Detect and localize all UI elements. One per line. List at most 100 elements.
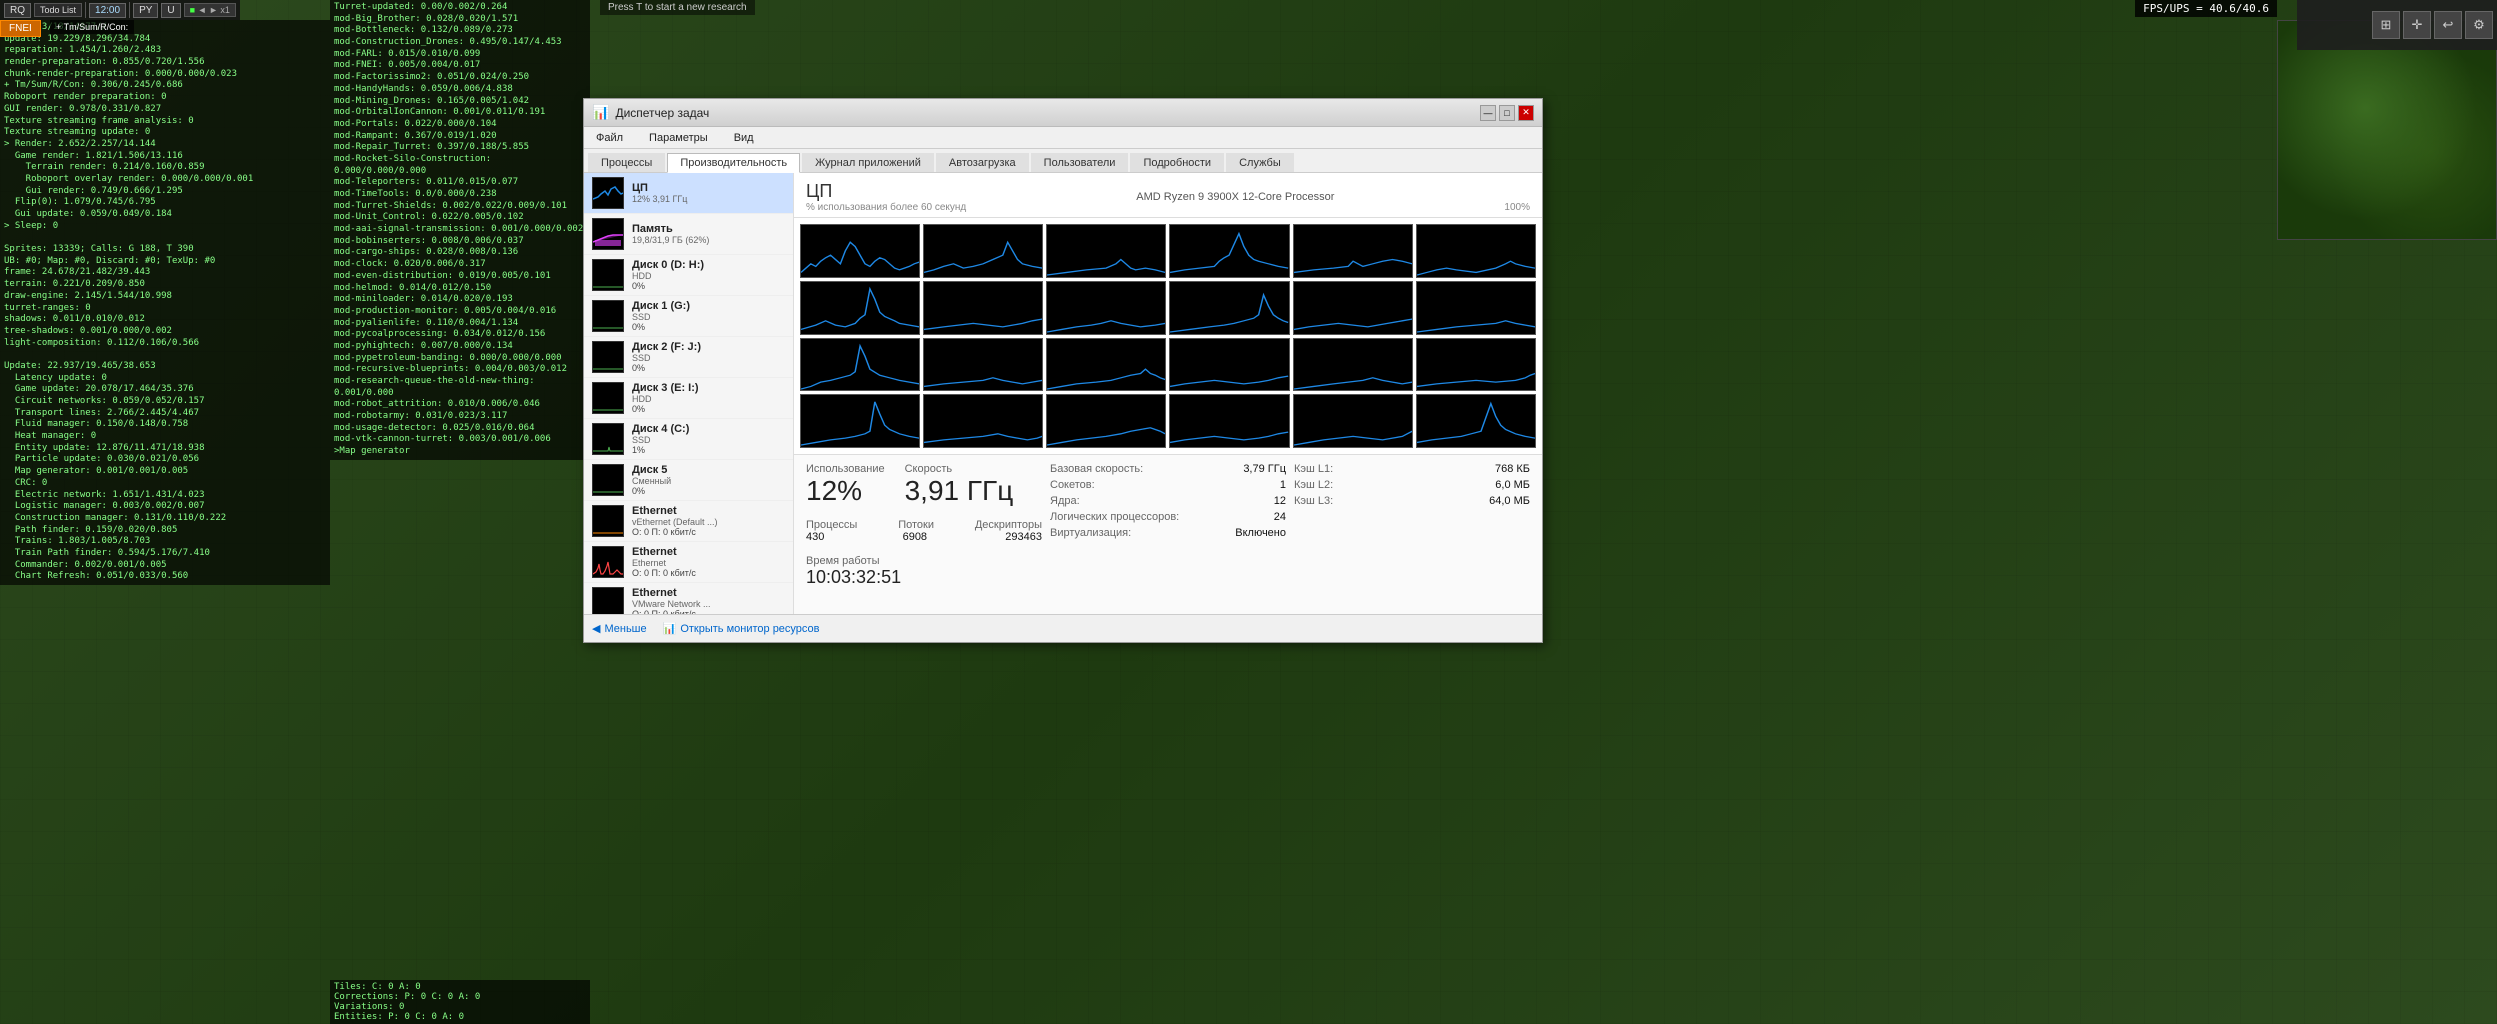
cpu-item-subname: 12% 3,91 ГГц bbox=[632, 194, 785, 204]
uptime-label: Время работы bbox=[806, 555, 1042, 567]
disk5-nav-item[interactable]: Диск 5 Сменный 0% bbox=[584, 460, 793, 501]
disk3-mini-graph bbox=[593, 384, 623, 412]
ethernet-active-item-value: О: 0 П: 0 кбит/с bbox=[632, 568, 785, 578]
usage-value: 12% bbox=[806, 475, 885, 507]
memory-item-subname: 19,8/31,9 ГБ (62%) bbox=[632, 235, 785, 245]
memory-nav-item[interactable]: Память 19,8/31,9 ГБ (62%) bbox=[584, 214, 793, 255]
tab-services[interactable]: Службы bbox=[1226, 153, 1294, 172]
usage-label: Использование bbox=[806, 463, 885, 475]
processes-value: 430 bbox=[806, 531, 824, 543]
task-manager-footer: ◀ Меньше 📊 Открыть монитор ресурсов bbox=[584, 614, 1542, 642]
tab-users[interactable]: Пользователи bbox=[1031, 153, 1129, 172]
disk2-item-subname: SSD bbox=[632, 353, 785, 363]
close-window-btn[interactable]: ✕ bbox=[1518, 105, 1534, 121]
minimize-window-btn[interactable]: — bbox=[1480, 105, 1496, 121]
l3-cache-value: 64,0 МБ bbox=[1489, 495, 1530, 507]
cpu-item-name: ЦП bbox=[632, 182, 785, 194]
disk2-item-name: Диск 2 (F: J:) bbox=[632, 341, 785, 353]
fnei-button[interactable]: FNEI bbox=[0, 20, 41, 37]
cpu-header: ЦП % использования более 60 секунд AMD R… bbox=[794, 173, 1542, 218]
todo-list-button[interactable]: Todo List bbox=[34, 3, 82, 17]
minimize-btn[interactable]: ◀ Меньше bbox=[592, 622, 647, 635]
cpu-nav-item[interactable]: ЦП 12% 3,91 ГГц bbox=[584, 173, 793, 214]
cpu-core-19 bbox=[923, 394, 1043, 448]
sockets-value: 1 bbox=[1280, 479, 1286, 491]
cpu-detail-panel: ЦП % использования более 60 секунд AMD R… bbox=[794, 173, 1542, 614]
disk5-item-subname: Сменный bbox=[632, 476, 785, 486]
ethernet-vethernet-nav-item[interactable]: Ethernet vEthernet (Default ...) О: 0 П:… bbox=[584, 501, 793, 542]
speed-label: Скорость bbox=[905, 463, 1014, 475]
tab-app-log[interactable]: Журнал приложений bbox=[802, 153, 934, 172]
disk2-nav-item[interactable]: Диск 2 (F: J:) SSD 0% bbox=[584, 337, 793, 378]
ethernet-active-mini-graph bbox=[593, 548, 623, 576]
disk2-item-value: 0% bbox=[632, 363, 785, 373]
virtualization-value: Включено bbox=[1235, 527, 1286, 539]
ethernet-active-nav-item[interactable]: Ethernet Ethernet О: 0 П: 0 кбит/с bbox=[584, 542, 793, 583]
ethernet-active-item-subname: Ethernet bbox=[632, 558, 785, 568]
ethernet-veth-item-value: О: 0 П: 0 кбит/с bbox=[632, 527, 785, 537]
ethernet-vmware-mini-graph bbox=[593, 589, 623, 614]
stats-col-3: Кэш L1: 768 КБ Кэш L2: 6,0 МБ Кэш L3: 64… bbox=[1294, 463, 1530, 606]
maximize-window-btn[interactable]: □ bbox=[1499, 105, 1515, 121]
tab-details[interactable]: Подробности bbox=[1130, 153, 1224, 172]
open-monitor-btn[interactable]: 📊 Открыть монитор ресурсов bbox=[663, 622, 820, 635]
disk1-nav-item[interactable]: Диск 1 (G:) SSD 0% bbox=[584, 296, 793, 337]
tab-processes[interactable]: Процессы bbox=[588, 153, 665, 172]
ethernet-vmware-item-subname: VMware Network ... bbox=[632, 599, 785, 609]
disk1-item-subname: SSD bbox=[632, 312, 785, 322]
stats-col-2: Базовая скорость: 3,79 ГГц Сокетов: 1 Яд… bbox=[1050, 463, 1286, 606]
memory-mini-graph bbox=[593, 220, 623, 248]
disk4-nav-item[interactable]: Диск 4 (C:) SSD 1% bbox=[584, 419, 793, 460]
minimize-label: Меньше bbox=[604, 623, 646, 635]
minimap bbox=[2277, 20, 2497, 240]
cpu-core-18 bbox=[800, 394, 920, 448]
disk3-item-value: 0% bbox=[632, 404, 785, 414]
task-manager-window: 📊 Диспетчер задач — □ ✕ Файл Параметры В… bbox=[583, 98, 1543, 643]
menu-params[interactable]: Параметры bbox=[643, 130, 714, 146]
cpu-core-7 bbox=[923, 281, 1043, 335]
disk2-mini-graph bbox=[593, 343, 623, 371]
disk1-mini-graph bbox=[593, 302, 623, 330]
task-manager-body: ЦП 12% 3,91 ГГц Память 19,8/31,9 ГБ (62%… bbox=[584, 173, 1542, 614]
l1-cache-value: 768 КБ bbox=[1495, 463, 1530, 475]
u-button[interactable]: U bbox=[161, 3, 180, 18]
cores-label: Ядра: bbox=[1050, 495, 1080, 507]
disk4-item-subname: SSD bbox=[632, 435, 785, 445]
ethernet-vmware-nav-item[interactable]: Ethernet VMware Network ... О: 0 П: 0 кб… bbox=[584, 583, 793, 614]
cpu-stats-panel: Использование 12% Скорость 3,91 ГГц Проц… bbox=[794, 454, 1542, 614]
ethernet-veth-item-name: Ethernet bbox=[632, 505, 785, 517]
cpu-core-5 bbox=[1416, 224, 1536, 278]
rq-button[interactable]: RQ bbox=[4, 3, 31, 18]
cpu-core-16 bbox=[1293, 338, 1413, 392]
disk4-mini-graph bbox=[593, 425, 623, 453]
ethernet-veth-mini-graph bbox=[593, 507, 623, 535]
tab-autostart[interactable]: Автозагрузка bbox=[936, 153, 1029, 172]
ethernet-veth-item-subname: vEthernet (Default ...) bbox=[632, 517, 785, 527]
speed-indicator: ■ ◄ ► x1 bbox=[184, 3, 236, 17]
task-manager-tabbar: Процессы Производительность Журнал прило… bbox=[584, 149, 1542, 173]
cpu-model: AMD Ryzen 9 3900X 12-Core Processor bbox=[1136, 191, 1334, 203]
menu-file[interactable]: Файл bbox=[590, 130, 629, 146]
cpu-core-15 bbox=[1169, 338, 1289, 392]
disk0-item-subname: HDD bbox=[632, 271, 785, 281]
uptime-value: 10:03:32:51 bbox=[806, 567, 1042, 588]
ethernet-active-item-name: Ethernet bbox=[632, 546, 785, 558]
cpu-core-2 bbox=[1046, 224, 1166, 278]
cpu-core-21 bbox=[1169, 394, 1289, 448]
py-button[interactable]: PY bbox=[133, 3, 158, 18]
disk0-mini-graph bbox=[593, 261, 623, 289]
cpu-core-20 bbox=[1046, 394, 1166, 448]
tab-performance[interactable]: Производительность bbox=[667, 153, 800, 173]
disk0-nav-item[interactable]: Диск 0 (D: H:) HDD 0% bbox=[584, 255, 793, 296]
disk5-mini-graph bbox=[593, 466, 623, 494]
menu-view[interactable]: Вид bbox=[728, 130, 760, 146]
threads-value: 6908 bbox=[903, 531, 927, 543]
cpu-core-8 bbox=[1046, 281, 1166, 335]
cpu-core-22 bbox=[1293, 394, 1413, 448]
tm-button[interactable]: + Tm/Sum/R/Con: bbox=[50, 20, 134, 34]
cpu-core-11 bbox=[1416, 281, 1536, 335]
map-info-overlay: Tiles: C: 0 A: 0 Corrections: P: 0 C: 0 … bbox=[330, 980, 590, 1024]
disk5-item-value: 0% bbox=[632, 486, 785, 496]
disk3-nav-item[interactable]: Диск 3 (E: I:) HDD 0% bbox=[584, 378, 793, 419]
cpu-graphs-grid bbox=[794, 218, 1542, 454]
